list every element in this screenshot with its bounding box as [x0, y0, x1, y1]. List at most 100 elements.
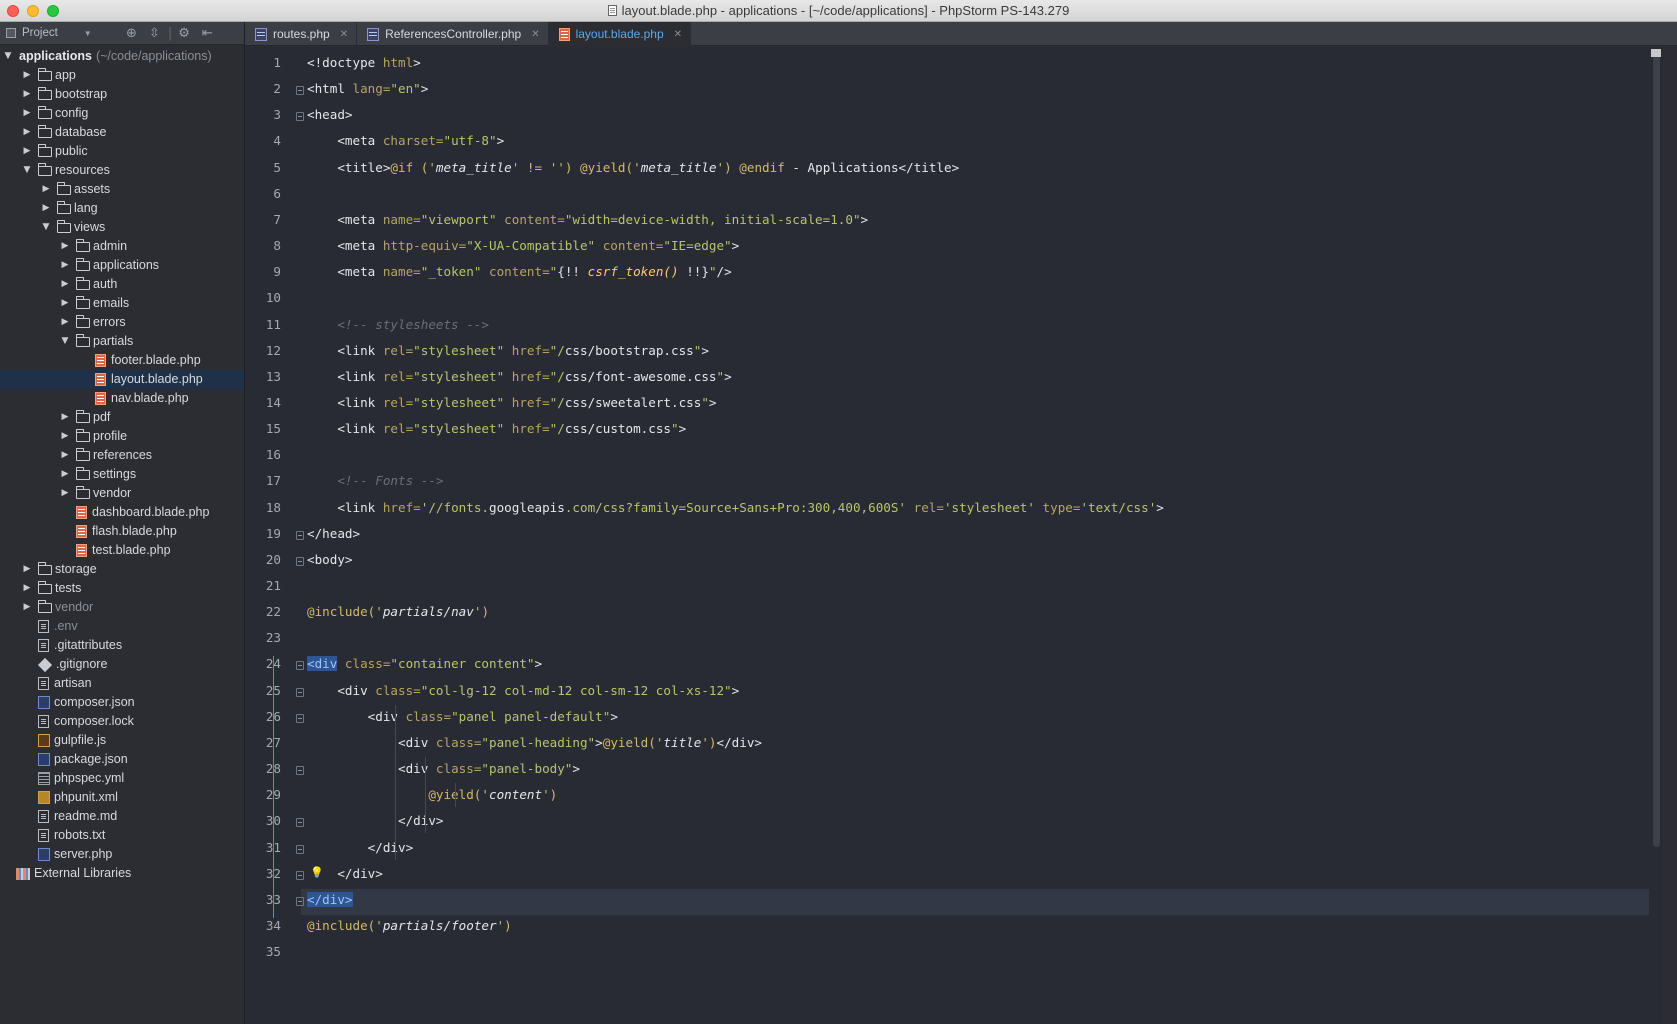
tree-item-applications[interactable]: ▼ applications (~/code/applications) [0, 47, 244, 66]
code-line[interactable]: <body> [307, 550, 353, 570]
tree-item-tests[interactable]: ▶ tests [0, 579, 244, 598]
fold-marker-icon[interactable] [296, 112, 304, 122]
collapsed-arrow-icon[interactable]: ▶ [21, 85, 33, 104]
collapsed-arrow-icon[interactable]: ▶ [59, 446, 71, 465]
expanded-arrow-icon[interactable]: ▼ [21, 161, 33, 180]
gear-icon[interactable]: ⚙ [178, 26, 190, 41]
fold-marker-icon[interactable] [296, 844, 304, 854]
collapsed-arrow-icon[interactable]: ▶ [40, 180, 52, 199]
collapsed-arrow-icon[interactable]: ▶ [21, 579, 33, 598]
tree-item-app[interactable]: ▶ app [0, 66, 244, 85]
code-line[interactable]: </head> [307, 524, 360, 544]
tree-item-dashboard-blade-php[interactable]: dashboard.blade.php [0, 503, 244, 522]
tree-item-robots-txt[interactable]: robots.txt [0, 826, 244, 845]
tree-item-nav-blade-php[interactable]: nav.blade.php [0, 389, 244, 408]
collapsed-arrow-icon[interactable]: ▶ [59, 294, 71, 313]
code-editor[interactable]: 1234567891011121314151617181920212223242… [245, 47, 1663, 1024]
collapsed-arrow-icon[interactable]: ▶ [59, 427, 71, 446]
code-line[interactable]: <div class="panel panel-default"> [307, 707, 618, 727]
tree-item-phpspec-yml[interactable]: phpspec.yml [0, 769, 244, 788]
tree-item-bootstrap[interactable]: ▶ bootstrap [0, 85, 244, 104]
collapse-icon[interactable]: ⇳ [149, 26, 160, 41]
tree-item-vendor[interactable]: ▶ vendor [0, 598, 244, 617]
tree-item-test-blade-php[interactable]: test.blade.php [0, 541, 244, 560]
code-line[interactable]: <!-- Fonts --> [307, 471, 443, 491]
collapsed-arrow-icon[interactable]: ▶ [59, 484, 71, 503]
tree-item-gitattributes[interactable]: .gitattributes [0, 636, 244, 655]
hide-icon[interactable]: ⇤ [202, 26, 213, 41]
tree-item-storage[interactable]: ▶ storage [0, 560, 244, 579]
close-icon[interactable]: ✕ [674, 29, 682, 40]
tree-item-profile[interactable]: ▶ profile [0, 427, 244, 446]
tree-item-auth[interactable]: ▶ auth [0, 275, 244, 294]
tree-item-env[interactable]: .env [0, 617, 244, 636]
code-line[interactable]: <meta name="viewport" content="width=dev… [307, 210, 868, 230]
tab-layout-blade-php[interactable]: layout.blade.php ✕ [548, 22, 692, 46]
code-line[interactable]: <meta http-equiv="X-UA-Compatible" conte… [307, 236, 739, 256]
collapsed-arrow-icon[interactable]: ▶ [59, 256, 71, 275]
tree-item-resources[interactable]: ▼ resources [0, 161, 244, 180]
expanded-arrow-icon[interactable]: ▼ [40, 218, 52, 237]
collapsed-arrow-icon[interactable]: ▶ [59, 275, 71, 294]
tree-item-flash-blade-php[interactable]: flash.blade.php [0, 522, 244, 541]
collapsed-arrow-icon[interactable]: ▶ [21, 560, 33, 579]
fold-marker-icon[interactable] [296, 818, 304, 828]
minimize-window-button[interactable] [27, 5, 39, 17]
close-icon[interactable]: ✕ [340, 29, 348, 40]
tree-item-server-php[interactable]: server.php [0, 845, 244, 864]
code-line[interactable]: <link rel="stylesheet" href="/css/font-a… [307, 367, 731, 387]
target-icon[interactable]: ⊕ [126, 26, 137, 41]
tree-item-public[interactable]: ▶ public [0, 142, 244, 161]
code-line[interactable]: <link rel="stylesheet" href="/css/sweeta… [307, 393, 716, 413]
code-line[interactable]: <div class="col-lg-12 col-md-12 col-sm-1… [307, 681, 739, 701]
tab-referencescontroller-php[interactable]: ReferencesController.php ✕ [357, 22, 549, 46]
code-line[interactable]: <html lang="en"> [307, 79, 428, 99]
code-line[interactable]: </div> [307, 811, 444, 831]
code-line[interactable]: <meta charset="utf-8"> [307, 131, 504, 151]
close-window-button[interactable] [7, 5, 19, 17]
fold-marker-icon[interactable] [296, 661, 304, 671]
expanded-arrow-icon[interactable]: ▼ [2, 47, 14, 66]
tree-item-composer-lock[interactable]: composer.lock [0, 712, 244, 731]
collapsed-arrow-icon[interactable]: ▶ [40, 199, 52, 218]
code-line[interactable]: <meta name="_token" content= " {!! csrf_to… [307, 262, 731, 282]
tree-item-applications[interactable]: ▶ applications [0, 256, 244, 275]
lightbulb-icon[interactable]: 💡 [310, 866, 324, 879]
tab-routes-php[interactable]: routes.php ✕ [245, 22, 358, 46]
tree-item-database[interactable]: ▶ database [0, 123, 244, 142]
collapsed-arrow-icon[interactable]: ▶ [59, 237, 71, 256]
code-line[interactable]: <link rel="stylesheet" href="/css/custom… [307, 419, 686, 439]
tree-item-assets[interactable]: ▶ assets [0, 180, 244, 199]
tree-item-config[interactable]: ▶ config [0, 104, 244, 123]
code-line[interactable]: <link href='//fonts.googleapis.com/css?f… [307, 498, 1164, 518]
tree-item-partials[interactable]: ▼ partials [0, 332, 244, 351]
collapsed-arrow-icon[interactable]: ▶ [21, 142, 33, 161]
code-line[interactable]: </div> [307, 890, 353, 910]
tree-item-external-libraries[interactable]: External Libraries [0, 864, 244, 883]
code-line[interactable]: <div class="panel-heading">@yield('title… [307, 733, 762, 753]
tree-item-readme-md[interactable]: readme.md [0, 807, 244, 826]
code-line[interactable]: @include('partials/nav') [307, 602, 489, 622]
collapsed-arrow-icon[interactable]: ▶ [21, 66, 33, 85]
tree-item-references[interactable]: ▶ references [0, 446, 244, 465]
scrollbar-thumb[interactable] [1653, 49, 1660, 847]
code-line[interactable]: <!doctype html> [307, 53, 421, 73]
expanded-arrow-icon[interactable]: ▼ [59, 332, 71, 351]
tree-item-layout-blade-php[interactable]: layout.blade.php [0, 370, 244, 389]
tree-item-admin[interactable]: ▶ admin [0, 237, 244, 256]
collapsed-arrow-icon[interactable]: ▶ [21, 598, 33, 617]
code-line[interactable]: @yield('content') [307, 785, 557, 805]
tree-item-settings[interactable]: ▶ settings [0, 465, 244, 484]
code-line[interactable]: @include('partials/footer') [307, 916, 512, 936]
tree-item-composer-json[interactable]: composer.json [0, 693, 244, 712]
code-line[interactable]: <div class="container content"> [307, 654, 542, 674]
project-view-selector[interactable]: Project ▼ [6, 27, 114, 39]
code-area[interactable]: <!doctype html> <html lang="en"> <head> <m… [307, 47, 1663, 1024]
tree-item-gitignore[interactable]: .gitignore [0, 655, 244, 674]
tree-item-emails[interactable]: ▶ emails [0, 294, 244, 313]
vertical-scrollbar[interactable] [1649, 47, 1663, 1024]
tree-item-artisan[interactable]: artisan [0, 674, 244, 693]
code-line[interactable]: <div class="panel-body"> [307, 759, 580, 779]
collapsed-arrow-icon[interactable]: ▶ [21, 104, 33, 123]
tree-item-vendor[interactable]: ▶ vendor [0, 484, 244, 503]
